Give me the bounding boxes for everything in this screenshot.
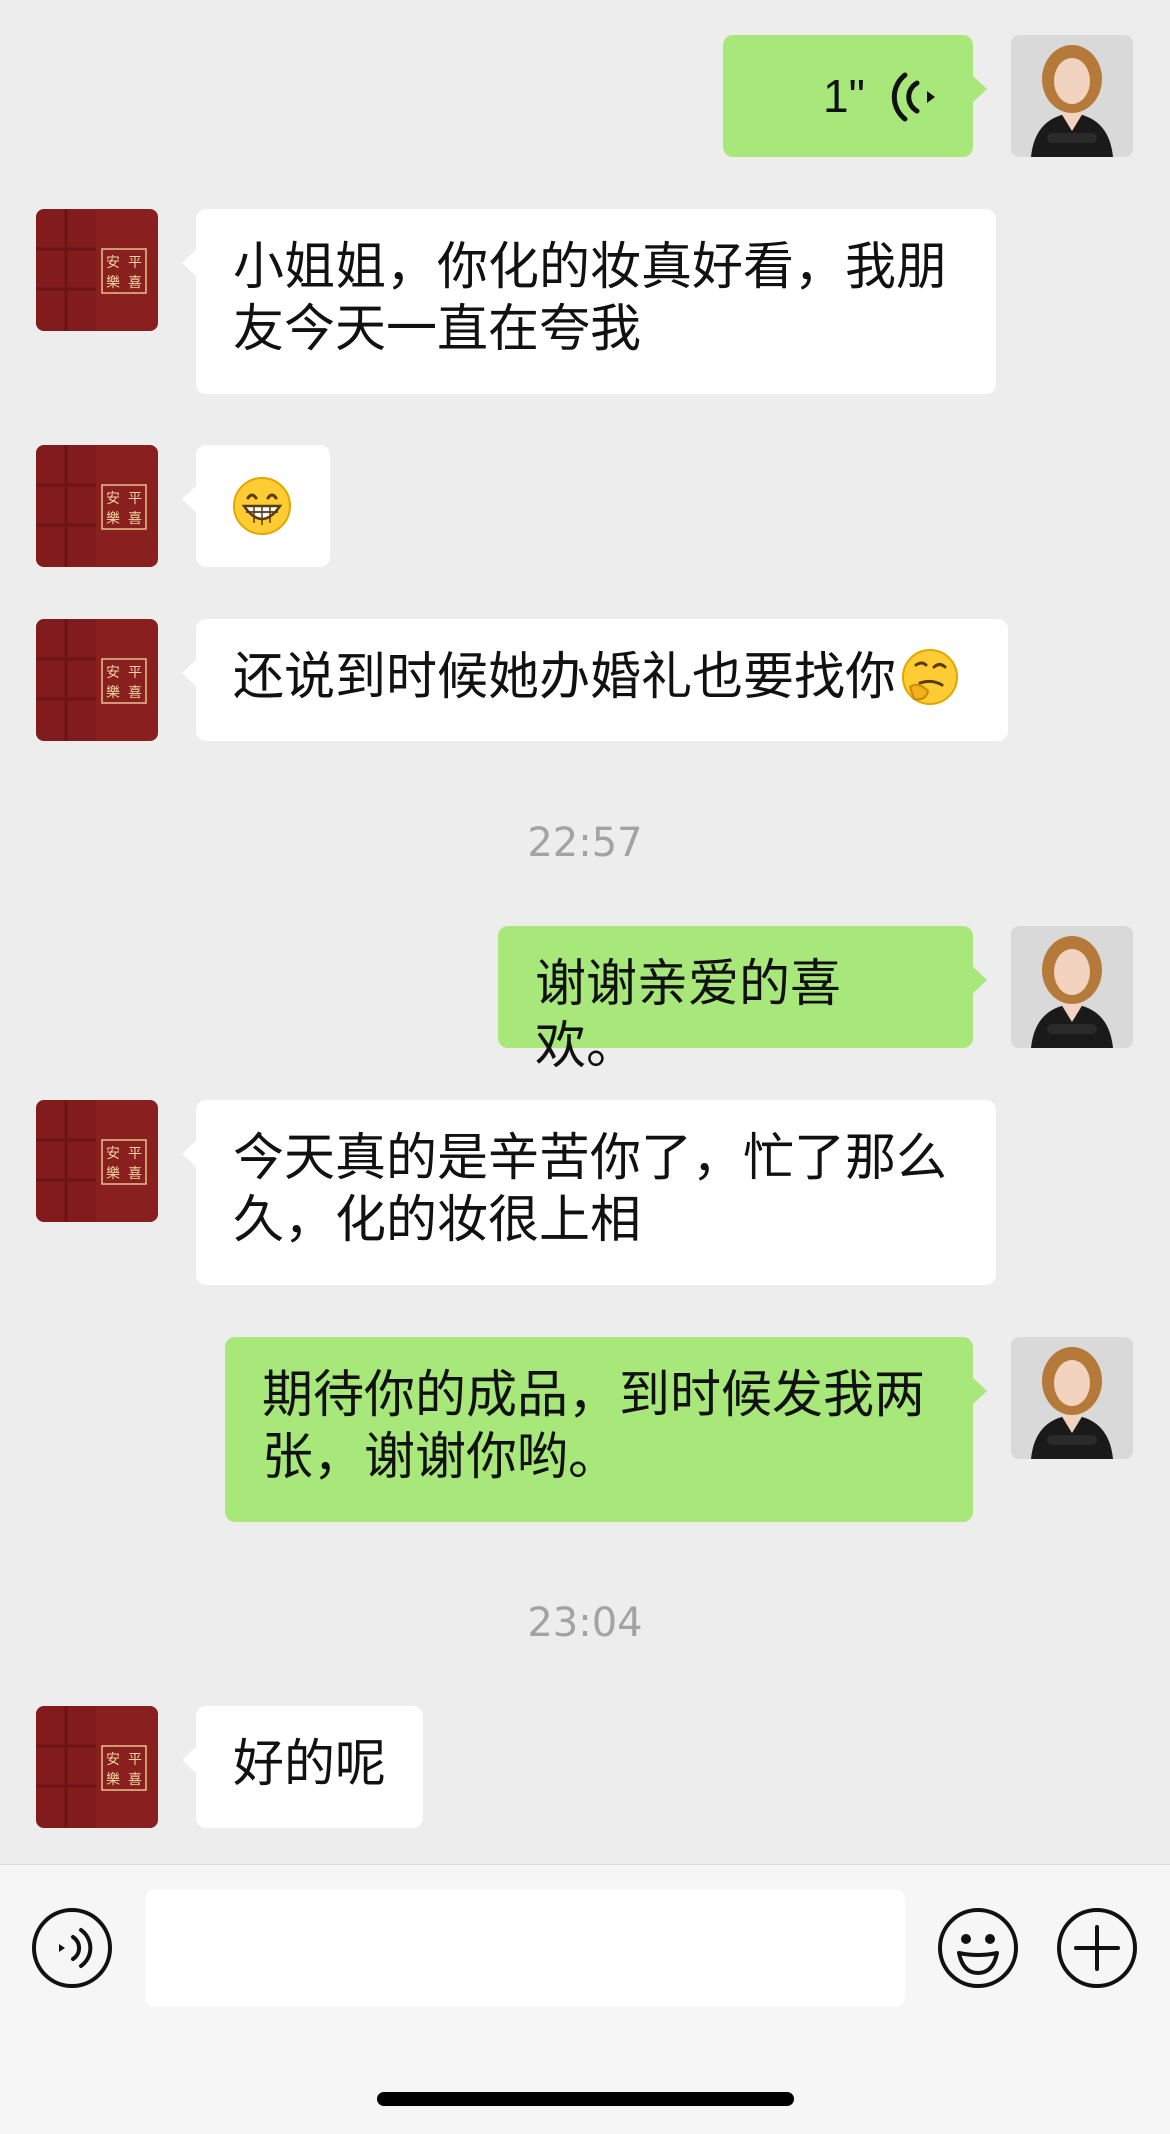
chat-area[interactable]: 1" 安平樂喜 小姐姐，你化的妆真好看，我朋友今天一直在夸我 安平樂喜 安平樂喜… <box>0 0 1170 1864</box>
svg-text:喜: 喜 <box>128 685 142 701</box>
svg-text:喜: 喜 <box>128 275 142 291</box>
svg-text:安: 安 <box>106 255 120 271</box>
svg-text:喜: 喜 <box>128 511 142 527</box>
message-bubble[interactable]: 还说到时候她办婚礼也要找你 <box>182 619 1008 741</box>
my-avatar[interactable] <box>1011 1337 1133 1459</box>
svg-text:平: 平 <box>128 1146 142 1162</box>
message-text: 期待你的成品，到时候发我两张，谢谢你哟。 <box>262 1366 926 1487</box>
message-text: 谢谢亲爱的喜欢。 <box>535 955 842 1076</box>
svg-text:平: 平 <box>128 491 142 507</box>
message-bubble[interactable]: 今天真的是辛苦你了，忙了那么久，化的妆很上相 <box>182 1100 996 1285</box>
voice-mode-icon[interactable] <box>31 1907 113 1989</box>
contact-avatar[interactable]: 安平樂喜 <box>36 619 158 741</box>
plus-icon[interactable] <box>1056 1907 1138 1989</box>
home-indicator[interactable] <box>377 2092 794 2106</box>
svg-text:樂: 樂 <box>106 1165 120 1182</box>
message-bubble[interactable]: 谢谢亲爱的喜欢。 <box>498 926 987 1076</box>
svg-text:樂: 樂 <box>106 684 120 701</box>
svg-text:樂: 樂 <box>106 510 120 527</box>
contact-avatar[interactable]: 安平樂喜 <box>36 1706 158 1828</box>
portrait-photo <box>1011 35 1133 157</box>
svg-text:安: 安 <box>106 665 120 681</box>
svg-text:樂: 樂 <box>106 1771 120 1788</box>
svg-text:平: 平 <box>128 1752 142 1768</box>
seal-avatar-icon: 安平樂喜 <box>36 619 158 741</box>
svg-text:安: 安 <box>106 491 120 507</box>
voice-message-bubble[interactable]: 1" <box>723 35 987 157</box>
seal-avatar-icon: 安平樂喜 <box>36 209 158 331</box>
svg-text:安: 安 <box>106 1752 120 1768</box>
svg-text:喜: 喜 <box>128 1166 142 1182</box>
message-bubble[interactable]: 期待你的成品，到时候发我两张，谢谢你哟。 <box>225 1337 987 1522</box>
svg-text:平: 平 <box>128 665 142 681</box>
my-avatar[interactable] <box>1011 926 1133 1048</box>
my-avatar[interactable] <box>1011 35 1133 157</box>
seal-avatar-icon: 安平樂喜 <box>36 1706 158 1828</box>
message-text: 好的呢 <box>233 1735 387 1794</box>
seal-avatar-icon: 安平樂喜 <box>36 445 158 567</box>
message-bubble[interactable]: 好的呢 <box>182 1706 423 1828</box>
grinning-face-icon <box>233 477 291 535</box>
timestamp: 23:04 <box>527 1600 643 1646</box>
emoji-message-bubble[interactable] <box>182 445 330 567</box>
message-bubble[interactable]: 小姐姐，你化的妆真好看，我朋友今天一直在夸我 <box>182 209 996 394</box>
message-text: 还说到时候她办婚礼也要找你 <box>233 648 897 707</box>
emoji-icon[interactable] <box>937 1907 1019 1989</box>
voice-duration: 1" <box>823 70 865 122</box>
contact-avatar[interactable]: 安平樂喜 <box>36 445 158 567</box>
voice-wave-icon <box>891 72 935 122</box>
svg-text:平: 平 <box>128 255 142 271</box>
message-text: 今天真的是辛苦你了，忙了那么久，化的妆很上相 <box>233 1129 948 1250</box>
portrait-photo <box>1011 926 1133 1048</box>
message-input[interactable] <box>145 1889 905 2007</box>
portrait-photo <box>1011 1337 1133 1459</box>
thinking-face-icon <box>902 649 959 705</box>
svg-text:安: 安 <box>106 1146 120 1162</box>
contact-avatar[interactable]: 安平樂喜 <box>36 1100 158 1222</box>
svg-text:樂: 樂 <box>106 274 120 291</box>
svg-text:喜: 喜 <box>128 1772 142 1788</box>
message-text: 小姐姐，你化的妆真好看，我朋友今天一直在夸我 <box>233 238 948 359</box>
seal-avatar-icon: 安平樂喜 <box>36 1100 158 1222</box>
contact-avatar[interactable]: 安平樂喜 <box>36 209 158 331</box>
timestamp: 22:57 <box>527 820 643 866</box>
